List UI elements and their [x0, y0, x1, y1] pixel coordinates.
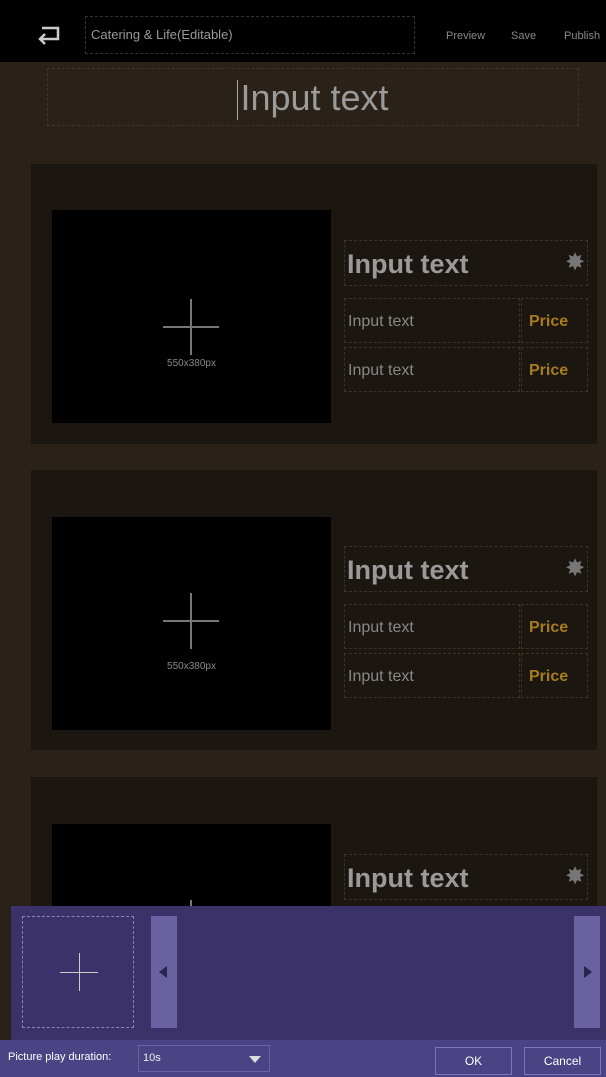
menu-card: 550x380px Input text ✸ Input text Price …: [31, 164, 597, 444]
menu-card: 550x380px Input text ✸ Input text Price …: [31, 470, 597, 750]
publish-button[interactable]: Publish: [564, 30, 600, 42]
price-field[interactable]: Price: [521, 653, 588, 698]
add-picture-button[interactable]: [22, 916, 134, 1028]
preview-button[interactable]: Preview: [446, 30, 485, 42]
save-button[interactable]: Save: [511, 30, 536, 42]
item-title: Input text: [347, 249, 469, 279]
duration-select[interactable]: 10s: [138, 1045, 270, 1072]
item-title-field[interactable]: Input text: [344, 240, 588, 286]
menu-card: Input text ✸: [31, 777, 597, 906]
image-placeholder[interactable]: 550x380px: [52, 517, 331, 730]
star-icon[interactable]: ✸: [565, 554, 585, 583]
chevron-left-icon: [159, 966, 167, 978]
scroll-right-button[interactable]: [574, 916, 600, 1028]
image-size-hint: 550x380px: [167, 661, 216, 672]
plus-icon: [190, 299, 192, 355]
star-icon[interactable]: ✸: [565, 862, 585, 891]
plus-icon: [79, 953, 80, 991]
image-placeholder[interactable]: 550x380px: [52, 210, 331, 423]
scroll-left-button[interactable]: [151, 916, 177, 1028]
image-placeholder[interactable]: [52, 824, 331, 906]
text-cursor: [237, 80, 239, 121]
star-icon[interactable]: ✸: [565, 248, 585, 277]
back-arrow-icon[interactable]: [32, 20, 66, 48]
price-field[interactable]: Price: [521, 298, 588, 343]
header-text-field[interactable]: Input text: [47, 68, 579, 126]
dropdown-arrow-icon: [249, 1056, 261, 1063]
item-title-field[interactable]: Input text: [344, 854, 588, 900]
picture-panel: [11, 906, 606, 1040]
item-title: Input text: [347, 555, 469, 585]
footer-bar: Picture play duration: 10s OK Cancel: [0, 1040, 606, 1077]
item-text-field[interactable]: Input text: [344, 298, 520, 343]
header-text: Input text: [240, 77, 389, 118]
item-text-field[interactable]: Input text: [344, 604, 520, 649]
price-field[interactable]: Price: [521, 347, 588, 392]
duration-value: 10s: [143, 1052, 161, 1064]
ok-button[interactable]: OK: [435, 1047, 512, 1075]
cancel-button[interactable]: Cancel: [524, 1047, 601, 1075]
item-title-field[interactable]: Input text: [344, 546, 588, 592]
top-bar: Catering & Life(Editable) Preview Save P…: [0, 0, 606, 62]
item-title: Input text: [347, 863, 469, 893]
price-field[interactable]: Price: [521, 604, 588, 649]
template-title-field[interactable]: Catering & Life(Editable): [85, 16, 415, 54]
image-size-hint: 550x380px: [167, 358, 216, 369]
plus-icon: [190, 593, 192, 649]
chevron-right-icon: [584, 966, 592, 978]
duration-label: Picture play duration:: [8, 1051, 112, 1063]
item-text-field[interactable]: Input text: [344, 653, 520, 698]
item-text-field[interactable]: Input text: [344, 347, 520, 392]
